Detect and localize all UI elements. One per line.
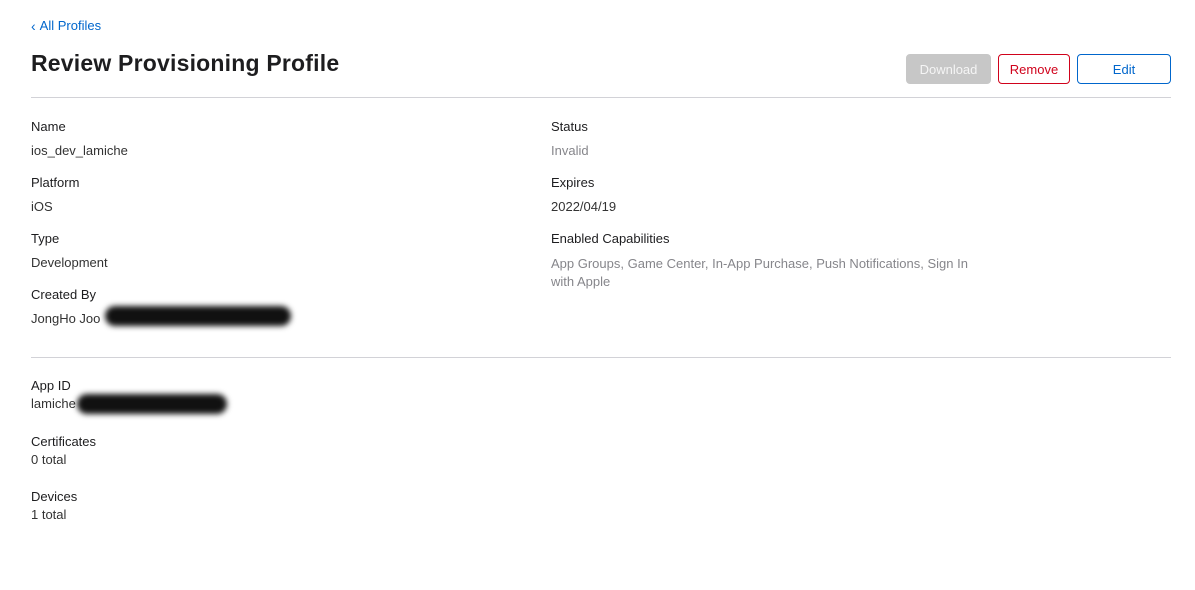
section-divider <box>31 357 1171 358</box>
type-value: Development <box>31 255 108 270</box>
capabilities-label: Enabled Capabilities <box>551 231 670 246</box>
status-label: Status <box>551 119 588 134</box>
certificates-value: 0 total <box>31 452 67 467</box>
redaction-mark <box>105 306 291 326</box>
page-title: Review Provisioning Profile <box>31 50 340 76</box>
status-field: Status Invalid <box>551 119 589 158</box>
expires-field: Expires 2022/04/19 <box>551 175 616 214</box>
type-label: Type <box>31 231 60 246</box>
status-value: Invalid <box>551 143 589 158</box>
app-id-value: lamiche <box>31 396 76 411</box>
chevron-left-icon: ‹ <box>31 17 36 34</box>
all-profiles-link[interactable]: ‹ All Profiles <box>31 18 101 33</box>
created-by-field: Created By JongHo Joo <box>31 287 100 326</box>
name-label: Name <box>31 119 66 134</box>
type-field: Type Development <box>31 231 108 270</box>
devices-value: 1 total <box>31 507 67 522</box>
expires-value: 2022/04/19 <box>551 199 617 214</box>
all-profiles-label: All Profiles <box>39 18 102 33</box>
certificates-label: Certificates <box>31 434 97 449</box>
profile-review-page: ‹ All Profiles Review Provisioning Profi… <box>31 0 1171 590</box>
expires-label: Expires <box>551 175 595 190</box>
devices-label: Devices <box>31 489 78 504</box>
created-by-value: JongHo Joo <box>31 311 101 326</box>
name-value: ios_dev_lamiche <box>31 143 128 158</box>
edit-button[interactable]: Edit <box>1077 54 1171 84</box>
download-button[interactable]: Download <box>906 54 991 84</box>
action-bar: Download Remove Edit <box>906 54 1171 84</box>
name-field: Name ios_dev_lamiche <box>31 119 128 158</box>
certificates-field: Certificates 0 total <box>31 434 96 467</box>
header-divider <box>31 97 1171 98</box>
capabilities-field: Enabled Capabilities App Groups, Game Ce… <box>551 231 991 291</box>
platform-value: iOS <box>31 199 53 214</box>
remove-button[interactable]: Remove <box>998 54 1070 84</box>
platform-field: Platform iOS <box>31 175 79 214</box>
capabilities-value: App Groups, Game Center, In-App Purchase… <box>551 256 968 289</box>
redaction-mark <box>77 394 227 414</box>
app-id-label: App ID <box>31 378 71 393</box>
app-id-field: App ID lamiche <box>31 378 76 411</box>
created-by-label: Created By <box>31 287 97 302</box>
devices-field: Devices 1 total <box>31 489 77 522</box>
platform-label: Platform <box>31 175 80 190</box>
